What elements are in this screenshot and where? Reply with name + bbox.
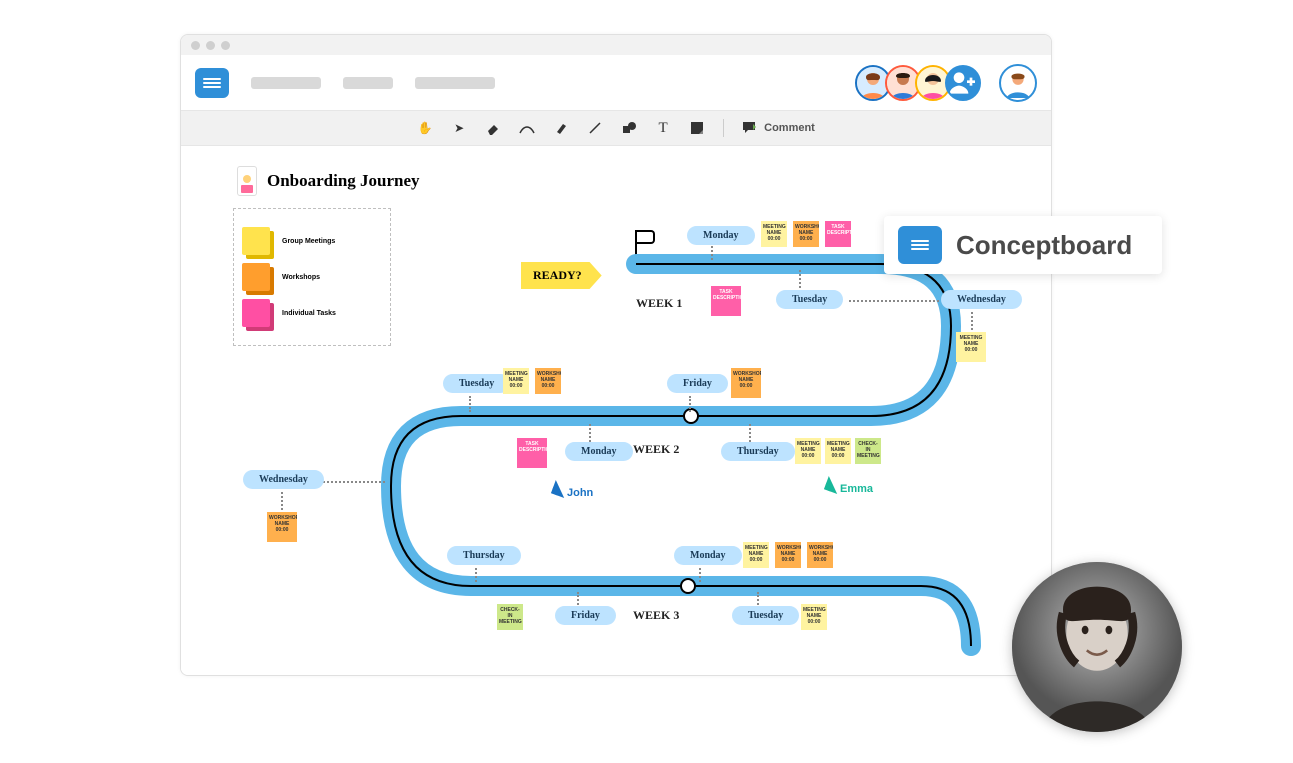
day-pill[interactable]: Wednesday: [243, 470, 324, 489]
connector: [689, 396, 691, 412]
legend-label: Workshops: [282, 274, 320, 281]
connector: [849, 300, 939, 302]
sticky-note[interactable]: TASK DESCRIPTION: [517, 438, 547, 468]
eraser-tool-icon[interactable]: [485, 120, 501, 136]
connector: [589, 424, 591, 442]
collaborator-cursor: John: [553, 482, 593, 499]
week-label: WEEK 3: [633, 608, 679, 623]
legend-color-orange: [242, 263, 270, 291]
week-label: WEEK 1: [636, 296, 682, 311]
text-tool-icon[interactable]: T: [655, 120, 671, 136]
pan-tool-icon[interactable]: ✋: [417, 120, 433, 136]
toolbar: ✋ ➤ T Comment: [181, 110, 1051, 146]
breadcrumb-placeholder: [251, 77, 321, 89]
legend-label: Group Meetings: [282, 238, 335, 245]
app-window: ✋ ➤ T Comment Onboarding Journey: [180, 34, 1052, 676]
pen-tool-icon[interactable]: [519, 120, 535, 136]
sticky-note[interactable]: MEETING NAME 00:00: [743, 542, 769, 568]
legend-label: Individual Tasks: [282, 310, 336, 317]
presenter-photo: [1012, 562, 1182, 732]
connector: [711, 246, 713, 260]
sticky-note[interactable]: CHECK-IN MEETING: [497, 604, 523, 630]
day-pill[interactable]: Friday: [667, 374, 728, 393]
marker-tool-icon[interactable]: [553, 120, 569, 136]
connector: [799, 270, 801, 288]
add-user-button[interactable]: [945, 65, 981, 101]
brand-logo-icon: [898, 226, 942, 264]
legend-panel: Group Meetings Workshops Individual Task…: [233, 208, 391, 346]
sticky-note[interactable]: MEETING NAME 00:00: [761, 221, 787, 247]
current-user-avatar[interactable]: [999, 64, 1037, 102]
sticky-note[interactable]: MEETING NAME 00:00: [503, 368, 529, 394]
sticky-note[interactable]: MEETING NAME 00:00: [795, 438, 821, 464]
sticky-note[interactable]: WORKSHOP NAME 00:00: [535, 368, 561, 394]
window-maximize-icon[interactable]: [221, 41, 230, 50]
ready-badge: READY?: [521, 262, 602, 289]
collaborator-avatars: [861, 65, 981, 101]
day-pill[interactable]: Monday: [674, 546, 742, 565]
sticky-note[interactable]: WORKSHOP NAME 00:00: [267, 512, 297, 542]
pin-icon: [237, 166, 257, 196]
window-minimize-icon[interactable]: [206, 41, 215, 50]
sticky-note[interactable]: MEETING NAME 00:00: [825, 438, 851, 464]
week-label: WEEK 2: [633, 442, 679, 457]
window-close-icon[interactable]: [191, 41, 200, 50]
connector: [475, 568, 477, 582]
day-pill[interactable]: Tuesday: [732, 606, 799, 625]
day-pill[interactable]: Thursday: [721, 442, 795, 461]
sticky-note[interactable]: MEETING NAME 00:00: [956, 332, 986, 362]
sticky-note[interactable]: TASK DESCRIPTION: [825, 221, 851, 247]
board-title: Onboarding Journey: [267, 171, 420, 191]
legend-item: Workshops: [242, 263, 382, 291]
sticky-note[interactable]: WORKSHOP NAME 00:00: [793, 221, 819, 247]
sticky-note[interactable]: WORKSHOP NAME 00:00: [731, 368, 761, 398]
day-pill[interactable]: Wednesday: [941, 290, 1022, 309]
sticky-note-tool-icon[interactable]: [689, 120, 705, 136]
cursor-name: John: [567, 487, 593, 499]
connector: [749, 424, 751, 442]
breadcrumb-placeholder: [415, 77, 495, 89]
day-pill[interactable]: Tuesday: [776, 290, 843, 309]
legend-item: Individual Tasks: [242, 299, 382, 327]
app-header: [181, 55, 1051, 110]
brand-name: Conceptboard: [956, 230, 1132, 261]
day-pill[interactable]: Friday: [555, 606, 616, 625]
comment-label: Comment: [764, 122, 815, 134]
connector: [469, 396, 471, 412]
day-pill[interactable]: Tuesday: [443, 374, 510, 393]
window-titlebar: [181, 35, 1051, 55]
legend-color-yellow: [242, 227, 270, 255]
comment-button[interactable]: Comment: [742, 121, 815, 135]
legend-color-pink: [242, 299, 270, 327]
day-pill[interactable]: Monday: [565, 442, 633, 461]
connector: [699, 568, 701, 582]
line-tool-icon[interactable]: [587, 120, 603, 136]
connector: [971, 312, 973, 330]
brand-overlay: Conceptboard: [884, 216, 1162, 274]
app-logo-icon[interactable]: [195, 68, 229, 98]
day-pill[interactable]: Thursday: [447, 546, 521, 565]
start-flag-icon: [635, 230, 637, 258]
connector: [281, 492, 283, 510]
shape-tool-icon[interactable]: [621, 120, 637, 136]
select-tool-icon[interactable]: ➤: [451, 120, 467, 136]
day-pill[interactable]: Monday: [687, 226, 755, 245]
legend-item: Group Meetings: [242, 227, 382, 255]
sticky-note[interactable]: WORKSHOP NAME 00:00: [807, 542, 833, 568]
cursor-name: Emma: [840, 483, 873, 495]
sticky-note[interactable]: TASK DESCRIPTION: [711, 286, 741, 316]
collaborator-cursor: Emma: [826, 478, 873, 495]
sticky-note[interactable]: MEETING NAME 00:00: [801, 604, 827, 630]
sticky-note[interactable]: CHECK-IN MEETING: [855, 438, 881, 464]
sticky-note[interactable]: WORKSHOP NAME 00:00: [775, 542, 801, 568]
breadcrumb-placeholder: [343, 77, 393, 89]
